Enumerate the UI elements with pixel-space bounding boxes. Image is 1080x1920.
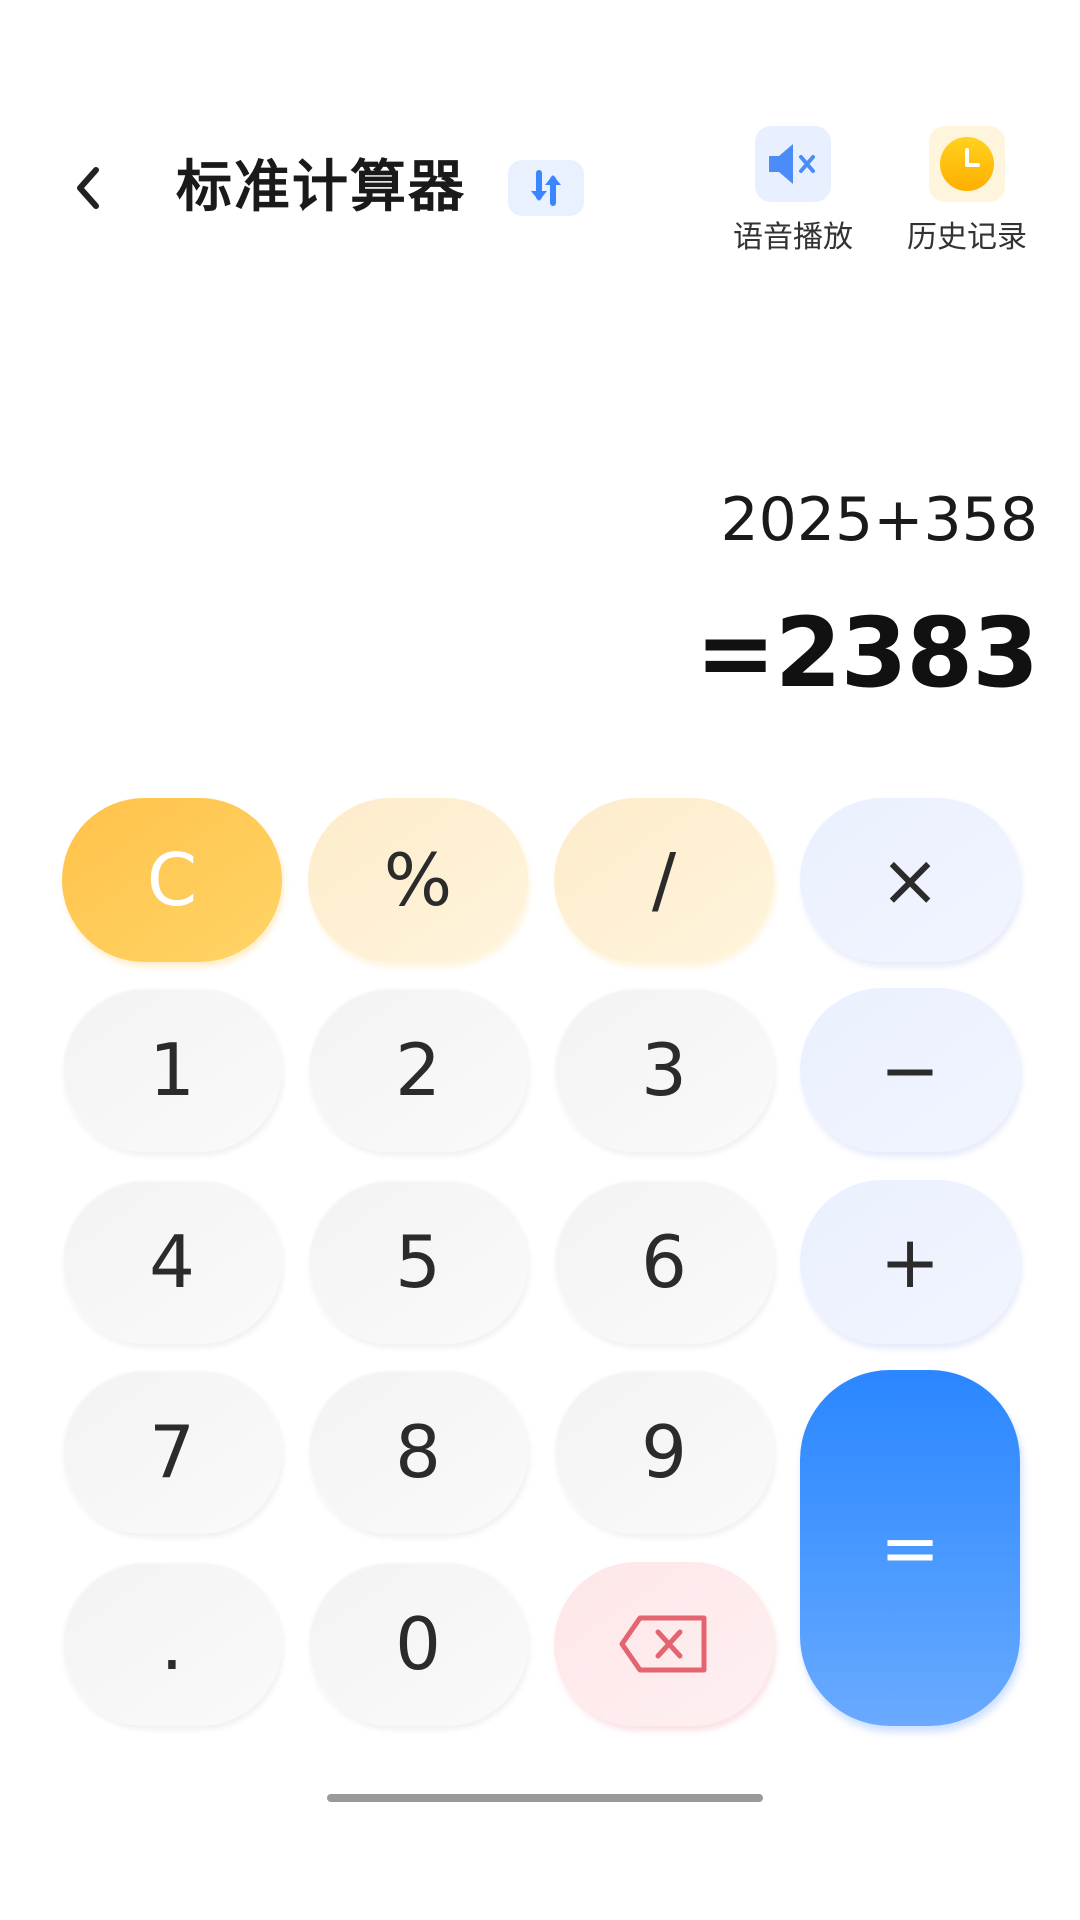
history-icon-box [929, 126, 1005, 202]
history-button[interactable]: 历史记录 [892, 126, 1042, 256]
clear-button[interactable]: C [62, 798, 282, 962]
voice-playback-button[interactable]: 语音播放 [718, 126, 868, 256]
plus-button[interactable]: + [800, 1180, 1020, 1344]
digit-9-button[interactable]: 9 [554, 1370, 774, 1534]
swap-arrows-icon [531, 170, 561, 206]
digit-3-button[interactable]: 3 [554, 988, 774, 1152]
home-indicator[interactable] [327, 1794, 763, 1802]
history-label: 历史记录 [907, 220, 1027, 255]
digit-0-button[interactable]: 0 [308, 1562, 528, 1726]
result-display: =2383 [695, 597, 1039, 709]
clock-icon [940, 137, 994, 191]
speaker-muted-icon [769, 144, 815, 184]
multiply-button[interactable]: × [800, 798, 1020, 962]
back-button[interactable] [58, 150, 118, 226]
backspace-icon [619, 1615, 707, 1673]
digit-6-button[interactable]: 6 [554, 1180, 774, 1344]
digit-8-button[interactable]: 8 [308, 1370, 528, 1534]
calculator-screen: 标准计算器 语音播放 历史记录 2025+358 =2383 C % / × 1… [0, 0, 1080, 1920]
backspace-button[interactable] [554, 1562, 774, 1726]
chevron-left-icon [77, 167, 99, 209]
equals-button[interactable]: = [800, 1370, 1020, 1726]
expression-display: 2025+358 [720, 485, 1039, 555]
digit-1-button[interactable]: 1 [62, 988, 282, 1152]
digit-4-button[interactable]: 4 [62, 1180, 282, 1344]
voice-icon-box [755, 126, 831, 202]
digit-7-button[interactable]: 7 [62, 1370, 282, 1534]
page-title: 标准计算器 [176, 155, 466, 220]
percent-button[interactable]: % [308, 798, 528, 962]
digit-2-button[interactable]: 2 [308, 988, 528, 1152]
decimal-point-button[interactable]: . [62, 1562, 282, 1726]
digit-5-button[interactable]: 5 [308, 1180, 528, 1344]
divide-button[interactable]: / [554, 798, 774, 962]
switch-mode-button[interactable] [508, 160, 584, 216]
minus-button[interactable]: − [800, 988, 1020, 1152]
voice-playback-label: 语音播放 [733, 220, 853, 255]
